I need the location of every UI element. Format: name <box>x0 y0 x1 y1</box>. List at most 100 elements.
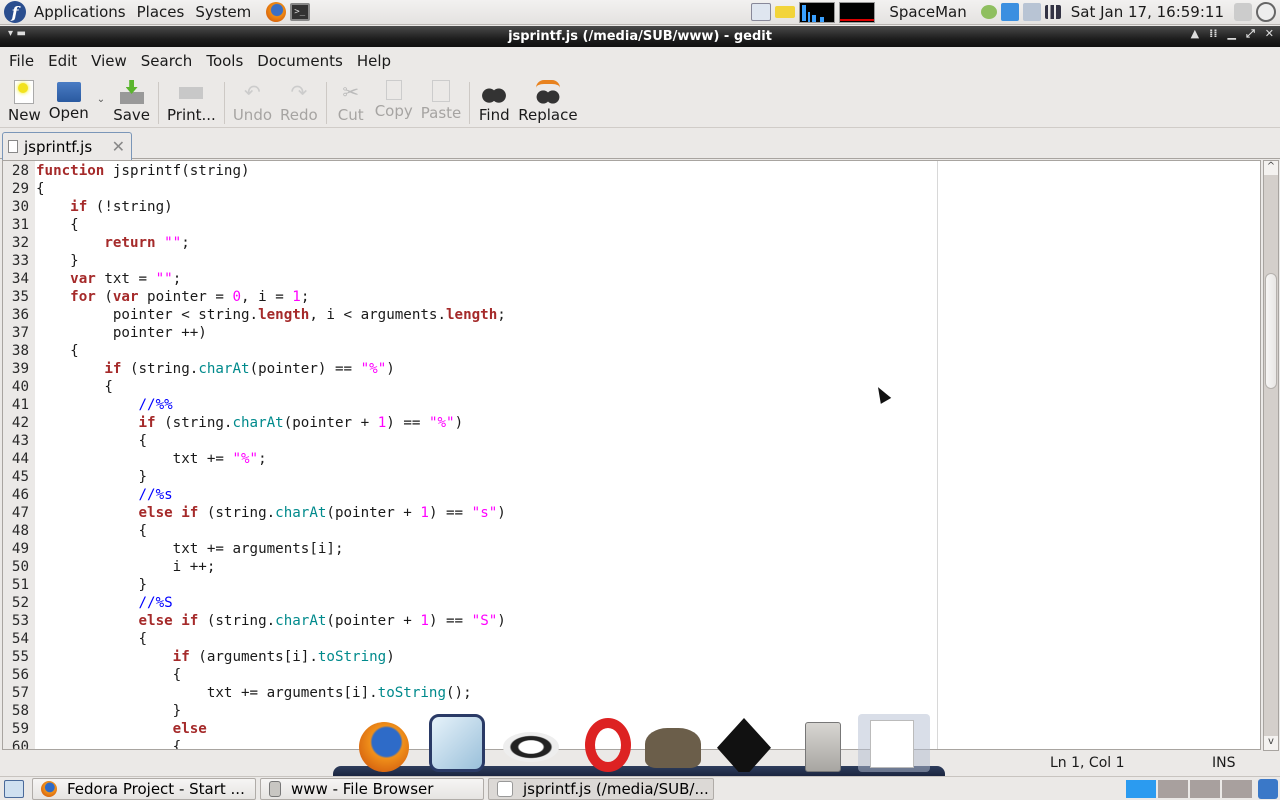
power-plug-icon[interactable] <box>1022 3 1041 21</box>
line-source[interactable]: i ++; <box>33 558 216 576</box>
close-window-icon[interactable]: ✕ <box>1265 27 1274 41</box>
dock-pidgin-icon[interactable] <box>503 732 559 762</box>
code-line[interactable]: 52 //%S <box>3 594 506 612</box>
line-source[interactable]: else if (string.charAt(pointer + 1) == "… <box>33 504 506 522</box>
code-line[interactable]: 30 if (!string) <box>3 198 506 216</box>
memory-graph[interactable] <box>839 1 876 23</box>
open-button[interactable]: Open <box>45 76 93 122</box>
line-source[interactable]: { <box>33 180 45 198</box>
line-source[interactable]: { <box>33 216 79 234</box>
code-line[interactable]: 39 if (string.charAt(pointer) == "%") <box>3 360 506 378</box>
line-source[interactable]: } <box>33 252 79 270</box>
code-line[interactable]: 46 //%s <box>3 486 506 504</box>
line-source[interactable]: if (string.charAt(pointer) == "%") <box>33 360 394 378</box>
firefox-launcher-icon[interactable] <box>266 2 287 22</box>
menu-file[interactable]: File <box>2 52 41 70</box>
shutdown-icon[interactable] <box>1256 2 1276 22</box>
code-line[interactable]: 50 i ++; <box>3 558 506 576</box>
pointer-tray-icon[interactable] <box>1000 3 1019 21</box>
close-tab-icon[interactable]: ✕ <box>112 137 125 156</box>
code-line[interactable]: 43 { <box>3 432 506 450</box>
code-line[interactable]: 44 txt += "%"; <box>3 450 506 468</box>
window-menu-icon[interactable]: ▾ ▬ <box>8 28 26 39</box>
workspace-2[interactable] <box>1158 780 1188 798</box>
menu-help[interactable]: Help <box>350 52 398 70</box>
line-source[interactable]: { <box>33 432 147 450</box>
menu-edit[interactable]: Edit <box>41 52 84 70</box>
line-source[interactable]: } <box>33 702 182 720</box>
applications-menu[interactable]: Applications <box>30 3 133 21</box>
code-line[interactable]: 51 } <box>3 576 506 594</box>
code-line[interactable]: 55 if (arguments[i].toString) <box>3 648 506 666</box>
clock[interactable]: Sat Jan 17, 16:59:11 <box>1065 3 1230 21</box>
code-line[interactable]: 32 return ""; <box>3 234 506 252</box>
code-line[interactable]: 29{ <box>3 180 506 198</box>
network-monitor-icon[interactable] <box>751 3 772 21</box>
copy-button[interactable]: Copy <box>371 76 417 120</box>
line-source[interactable]: { <box>33 630 147 648</box>
taskbar-item[interactable]: Fedora Project - Start ... <box>32 777 256 800</box>
code-line[interactable]: 49 txt += arguments[i]; <box>3 540 506 558</box>
taskbar-item[interactable]: jsprintf.js (/media/SUB/... <box>488 777 714 800</box>
replace-button[interactable]: Replace <box>514 76 581 124</box>
dock-gimp-icon[interactable] <box>645 728 701 768</box>
line-source[interactable]: //%S <box>33 594 173 612</box>
code-line[interactable]: 34 var txt = ""; <box>3 270 506 288</box>
show-desktop-icon[interactable] <box>4 779 24 798</box>
tab-jsprintf[interactable]: jsprintf.js ✕ <box>2 132 132 160</box>
line-source[interactable]: else if (string.charAt(pointer + 1) == "… <box>33 612 506 630</box>
code-line[interactable]: 37 pointer ++) <box>3 324 506 342</box>
code-line[interactable]: 57 txt += arguments[i].toString(); <box>3 684 506 702</box>
scroll-down-arrow-icon[interactable]: v <box>1264 736 1278 750</box>
code-line[interactable]: 47 else if (string.charAt(pointer + 1) =… <box>3 504 506 522</box>
signal-strength-icon[interactable] <box>1044 5 1061 19</box>
code-line[interactable]: 42 if (string.charAt(pointer + 1) == "%"… <box>3 414 506 432</box>
minimize-icon[interactable]: ▁ <box>1228 27 1236 41</box>
cpu-graph[interactable] <box>799 1 836 23</box>
taskbar-item[interactable]: www - File Browser <box>260 777 484 800</box>
print-button[interactable]: Print... <box>163 76 220 124</box>
code-line[interactable]: 45 } <box>3 468 506 486</box>
line-source[interactable]: if (!string) <box>33 198 173 216</box>
code-line[interactable]: 31 { <box>3 216 506 234</box>
line-source[interactable]: //%s <box>33 486 173 504</box>
code-line[interactable]: 53 else if (string.charAt(pointer + 1) =… <box>3 612 506 630</box>
dock-opera-icon[interactable] <box>585 718 631 772</box>
menu-tools[interactable]: Tools <box>199 52 250 70</box>
notes-icon[interactable] <box>775 6 796 18</box>
volume-icon[interactable] <box>1234 3 1252 21</box>
trash-icon[interactable] <box>1258 779 1278 799</box>
code-line[interactable]: 41 //%% <box>3 396 506 414</box>
line-source[interactable]: } <box>33 468 147 486</box>
find-button[interactable]: Find <box>474 76 514 124</box>
line-source[interactable]: } <box>33 576 147 594</box>
workspace-3[interactable] <box>1190 780 1220 798</box>
line-source[interactable]: { <box>33 342 79 360</box>
line-source[interactable]: { <box>33 666 182 684</box>
scroll-up-arrow-icon[interactable]: ^ <box>1264 161 1278 175</box>
shade-icon[interactable]: ▲ <box>1191 27 1199 41</box>
status-tray-icon[interactable] <box>980 5 997 19</box>
scrollbar-thumb[interactable] <box>1265 273 1277 389</box>
cut-button[interactable]: ✂ Cut <box>331 76 371 124</box>
window-title-bar[interactable]: ▾ ▬ jsprintf.js (/media/SUB/www) - gedit… <box>0 26 1280 47</box>
line-source[interactable]: var txt = ""; <box>33 270 181 288</box>
line-source[interactable]: { <box>33 378 113 396</box>
dock-firefox-icon[interactable] <box>359 722 409 772</box>
undo-button[interactable]: ↶ Undo <box>229 76 276 124</box>
line-source[interactable]: else <box>33 720 207 738</box>
line-source[interactable]: if (string.charAt(pointer + 1) == "%") <box>33 414 464 432</box>
stick-icon[interactable]: ⁞⁞ <box>1209 27 1217 41</box>
line-source[interactable]: txt += arguments[i]; <box>33 540 344 558</box>
line-source[interactable]: if (arguments[i].toString) <box>33 648 395 666</box>
line-source[interactable]: txt += "%"; <box>33 450 267 468</box>
line-source[interactable]: { <box>33 522 147 540</box>
line-source[interactable]: pointer < string.length, i < arguments.l… <box>33 306 506 324</box>
workspace-4[interactable] <box>1222 780 1252 798</box>
new-button[interactable]: New <box>4 76 45 124</box>
user-switcher[interactable]: SpaceMan <box>879 3 976 21</box>
dock-gedit-icon[interactable] <box>858 714 930 772</box>
workspace-1[interactable] <box>1126 780 1156 798</box>
code-line[interactable]: 33 } <box>3 252 506 270</box>
fedora-logo-icon[interactable]: f <box>4 1 26 23</box>
